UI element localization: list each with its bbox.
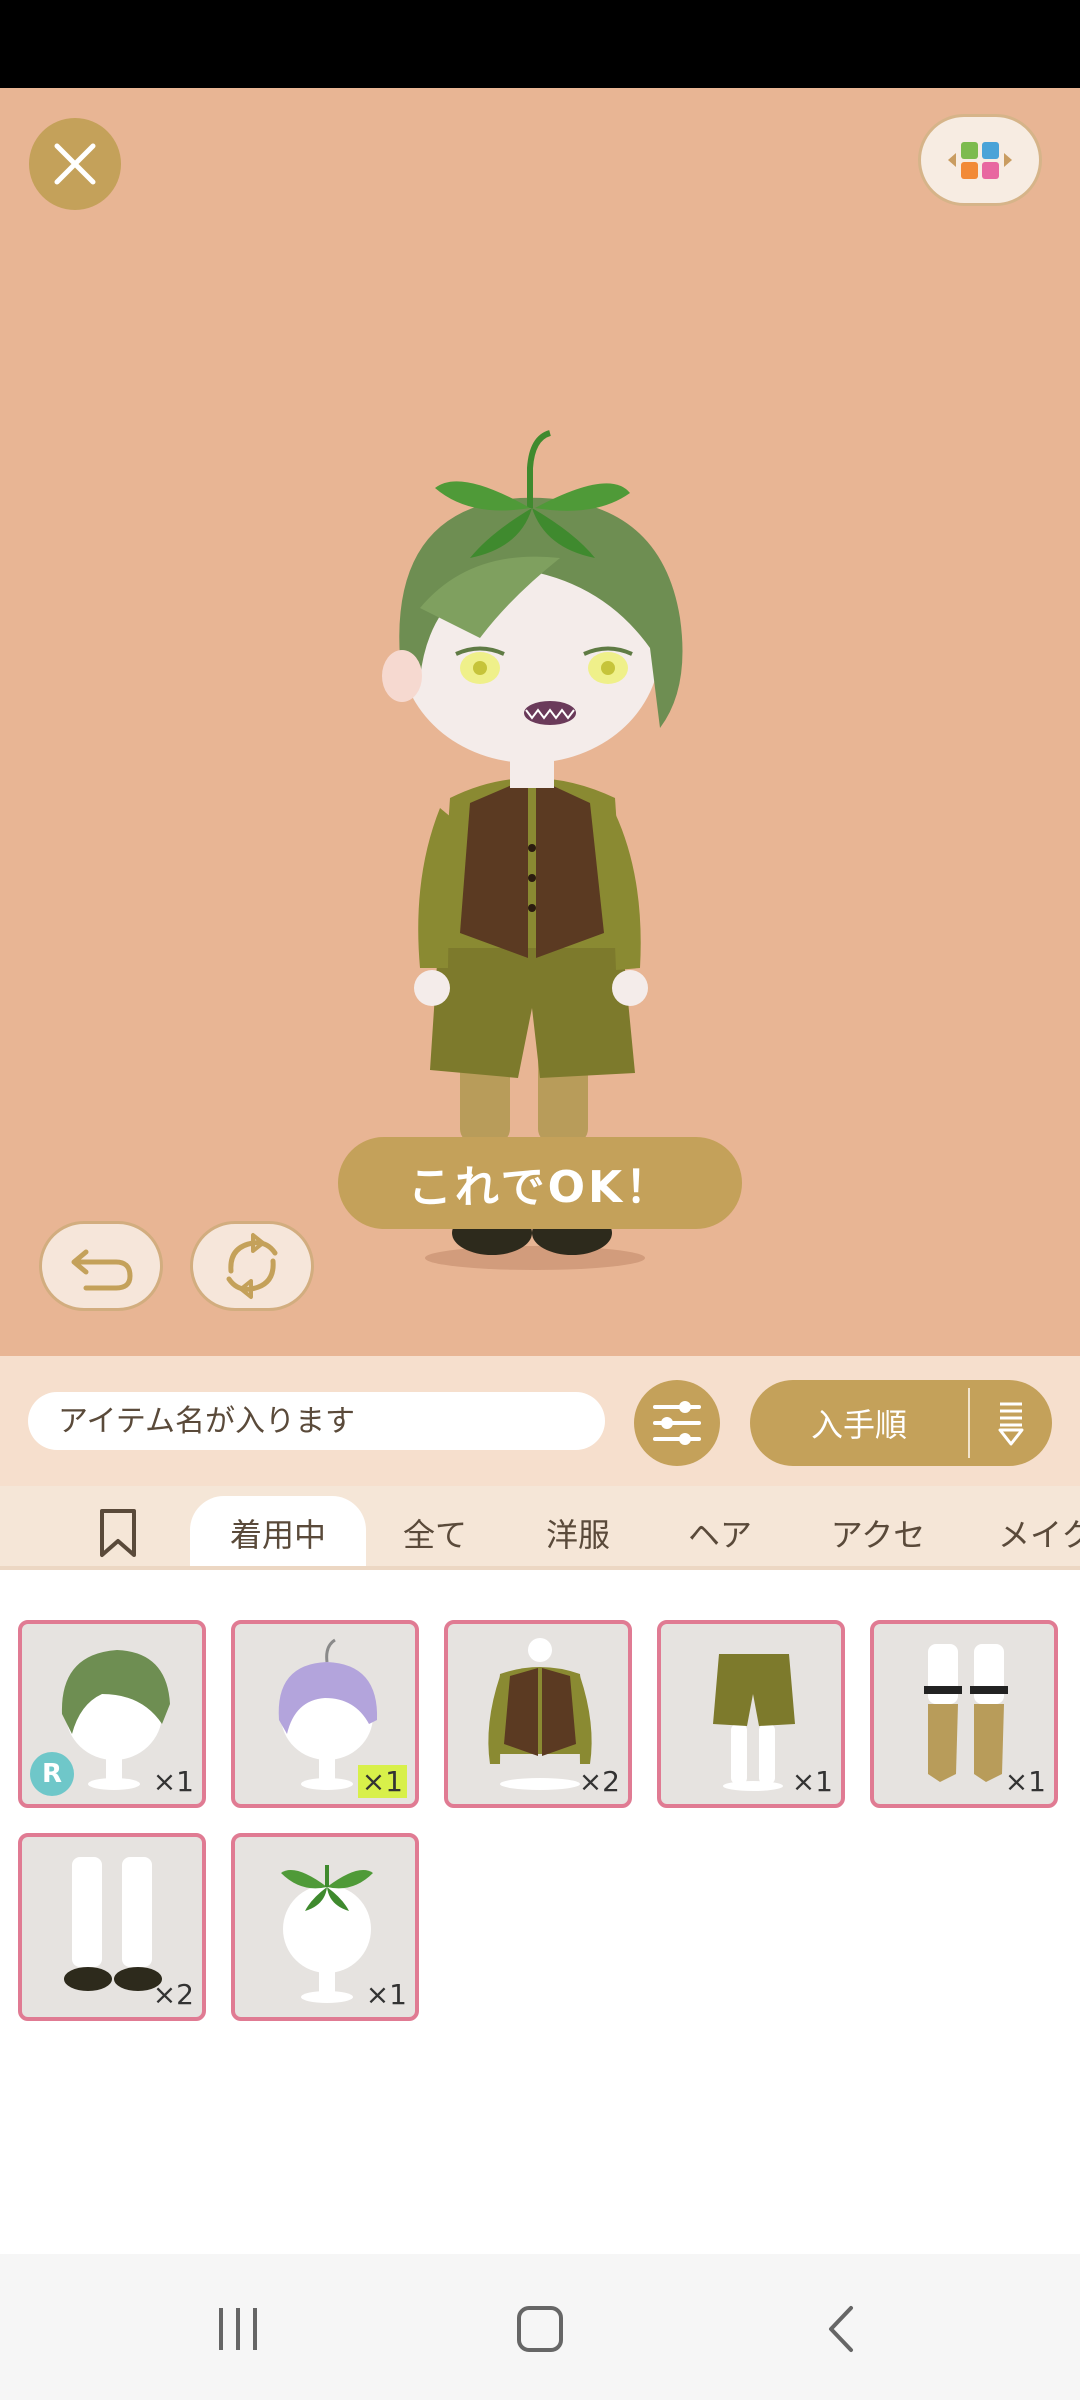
item-quantity: ×2 — [152, 1978, 194, 2011]
undo-button[interactable] — [39, 1221, 163, 1311]
sort-label: 入手順 — [810, 1406, 907, 1444]
item-grid: R ×1 ×1 ×2 ×1 ×1 ×2 ×1 — [0, 1574, 1080, 2254]
sort-order-icon[interactable] — [970, 1400, 1052, 1446]
item-card-shorts[interactable]: ×1 — [657, 1620, 845, 1808]
layout-toggle-button[interactable] — [918, 114, 1042, 206]
tab-bookmark[interactable] — [90, 1504, 146, 1562]
sliders-icon — [653, 1401, 701, 1445]
category-tabs: 着用中 全て 洋服 ヘア アクセ メイク — [0, 1486, 1080, 1570]
system-nav-bar — [0, 2254, 1080, 2400]
item-quantity: ×1 — [357, 1765, 407, 1798]
color-grid-icon — [948, 142, 1012, 179]
avatar-stage: これでOK！ — [0, 88, 1080, 1356]
tab-hair[interactable]: ヘア — [672, 1496, 768, 1566]
reset-button[interactable] — [190, 1221, 314, 1311]
rarity-badge: R — [30, 1752, 74, 1796]
tab-wearing[interactable]: 着用中 — [190, 1496, 366, 1566]
recent-apps-icon — [219, 2308, 257, 2350]
tab-clothes[interactable]: 洋服 — [530, 1496, 626, 1566]
close-button[interactable] — [29, 118, 121, 210]
bookmark-icon — [100, 1509, 136, 1557]
tab-makeup[interactable]: メイク — [998, 1496, 1080, 1566]
status-bar — [0, 0, 1080, 88]
item-quantity: ×2 — [578, 1765, 620, 1798]
tab-accessory[interactable]: アクセ — [818, 1496, 938, 1566]
tab-all[interactable]: 全て — [390, 1496, 480, 1566]
item-quantity: ×1 — [1004, 1765, 1046, 1798]
close-icon — [54, 143, 96, 185]
filter-button[interactable] — [634, 1380, 720, 1466]
back-button[interactable] — [797, 2284, 887, 2374]
item-card-purple-hair[interactable]: ×1 — [231, 1620, 419, 1808]
item-card-green-hair[interactable]: R ×1 — [18, 1620, 206, 1808]
sort-button[interactable]: 入手順 — [750, 1380, 1052, 1466]
confirm-ok-button[interactable]: これでOK！ — [338, 1137, 742, 1229]
home-button[interactable] — [495, 2284, 585, 2374]
item-toolbar: 入手順 — [0, 1356, 1080, 1486]
item-search-input[interactable] — [28, 1392, 605, 1450]
back-icon — [829, 2306, 853, 2352]
recent-apps-button[interactable] — [193, 2284, 283, 2374]
home-icon — [517, 2306, 563, 2352]
undo-icon — [71, 1249, 133, 1291]
item-quantity: ×1 — [365, 1978, 407, 2011]
item-card-garter-socks[interactable]: ×1 — [870, 1620, 1058, 1808]
item-quantity: ×1 — [152, 1765, 194, 1798]
item-card-leaf-hat[interactable]: ×1 — [231, 1833, 419, 2021]
refresh-icon — [226, 1233, 278, 1299]
item-card-vest-top[interactable]: ×2 — [444, 1620, 632, 1808]
item-card-tights-shoes[interactable]: ×2 — [18, 1833, 206, 2021]
item-quantity: ×1 — [791, 1765, 833, 1798]
